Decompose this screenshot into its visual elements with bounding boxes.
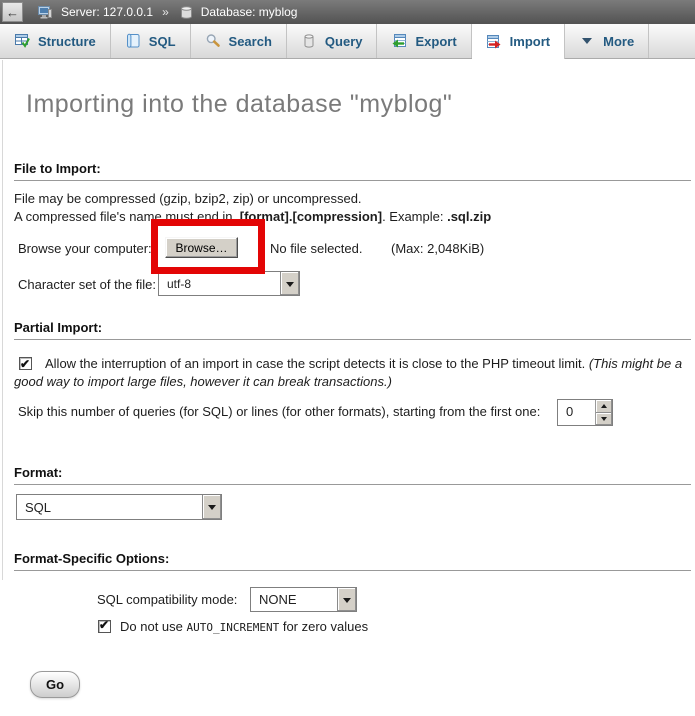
tab-label: Search (229, 34, 272, 49)
auto-increment-code: AUTO_INCREMENT (187, 621, 280, 634)
browse-label: Browse your computer: (18, 241, 152, 256)
skip-queries-stepper[interactable]: 0 (557, 399, 613, 426)
browse-button[interactable]: Browse… (165, 237, 238, 258)
charset-select-arrow-icon[interactable] (280, 272, 299, 295)
filename-rule-example: .sql.zip (447, 209, 491, 224)
allow-interruption-checkbox[interactable] (19, 357, 32, 370)
server-icon (37, 4, 53, 20)
tab-structure[interactable]: Structure (0, 24, 111, 58)
format-select[interactable]: SQL (16, 494, 222, 520)
import-icon (486, 34, 502, 50)
sql-compatibility-label: SQL compatibility mode: (97, 592, 237, 607)
charset-select[interactable]: utf-8 (158, 271, 300, 296)
charset-select-value: utf-8 (159, 277, 280, 291)
tab-bar: Structure SQL Search Query (0, 24, 695, 59)
sql-icon (125, 33, 141, 49)
export-icon (391, 33, 407, 49)
breadcrumb-separator: » (162, 5, 169, 19)
sql-compatibility-arrow-icon[interactable] (337, 588, 356, 611)
chevron-down-icon (579, 33, 595, 49)
database-icon (180, 5, 193, 20)
stepper-buttons (595, 400, 612, 425)
section-heading-partial-import: Partial Import: (14, 320, 691, 340)
tab-export[interactable]: Export (377, 24, 471, 58)
tab-label: SQL (149, 34, 176, 49)
section-heading-file-to-import: File to Import: (14, 161, 691, 181)
query-icon (301, 33, 317, 49)
tab-search[interactable]: Search (191, 24, 287, 58)
skip-queries-value[interactable]: 0 (558, 400, 595, 425)
format-select-arrow-icon[interactable] (202, 495, 221, 519)
tab-more[interactable]: More (565, 24, 649, 58)
allow-interruption-text: Allow the interruption of an import in c… (45, 356, 589, 371)
tab-label: Export (415, 34, 456, 49)
filename-rule-line: A compressed file's name must end in .[f… (14, 209, 491, 224)
back-arrow-icon: ← (6, 5, 19, 20)
filename-rule-pattern: .[format].[compression] (236, 209, 382, 224)
stepper-down-icon[interactable] (596, 413, 612, 426)
tab-import[interactable]: Import (472, 24, 565, 59)
tab-sql[interactable]: SQL (111, 24, 191, 58)
charset-label: Character set of the file: (18, 277, 156, 292)
auto-increment-row: Do not use AUTO_INCREMENT for zero value… (98, 619, 368, 634)
filename-rule-prefix: A compressed file's name must end in (14, 209, 236, 224)
stepper-up-icon[interactable] (596, 400, 612, 413)
tab-query[interactable]: Query (287, 24, 378, 58)
tab-label: Import (510, 34, 550, 49)
skip-queries-label: Skip this number of queries (for SQL) or… (18, 404, 540, 419)
auto-increment-suffix: for zero values (279, 619, 368, 634)
section-heading-format: Format: (14, 465, 691, 485)
back-button[interactable]: ← (2, 2, 23, 22)
breadcrumb-database-link[interactable]: Database: myblog (201, 5, 298, 19)
content-left-border (2, 60, 3, 580)
allow-interruption-row: Allow the interruption of an import in c… (14, 355, 688, 391)
max-size-text: (Max: 2,048KiB) (391, 241, 484, 256)
page-title: Importing into the database "myblog" (26, 90, 452, 119)
section-heading-format-options: Format-Specific Options: (14, 551, 691, 571)
auto-increment-prefix: Do not use (120, 619, 187, 634)
compression-info-line: File may be compressed (gzip, bzip2, zip… (14, 191, 362, 206)
sql-compatibility-value: NONE (251, 592, 337, 607)
auto-increment-checkbox[interactable] (98, 620, 111, 633)
sql-compatibility-select[interactable]: NONE (250, 587, 357, 612)
breadcrumb-bar: ← Server: 127.0.0.1 » Database: myblog (0, 0, 695, 24)
tab-label: Structure (38, 34, 96, 49)
search-icon (205, 33, 221, 49)
filename-rule-mid: . Example: (382, 209, 447, 224)
no-file-selected-text: No file selected. (270, 241, 363, 256)
tab-label: More (603, 34, 634, 49)
go-button[interactable]: Go (30, 671, 80, 698)
structure-icon (14, 33, 30, 49)
tab-label: Query (325, 34, 363, 49)
format-select-value: SQL (17, 500, 202, 515)
breadcrumb-server-link[interactable]: Server: 127.0.0.1 (61, 5, 153, 19)
